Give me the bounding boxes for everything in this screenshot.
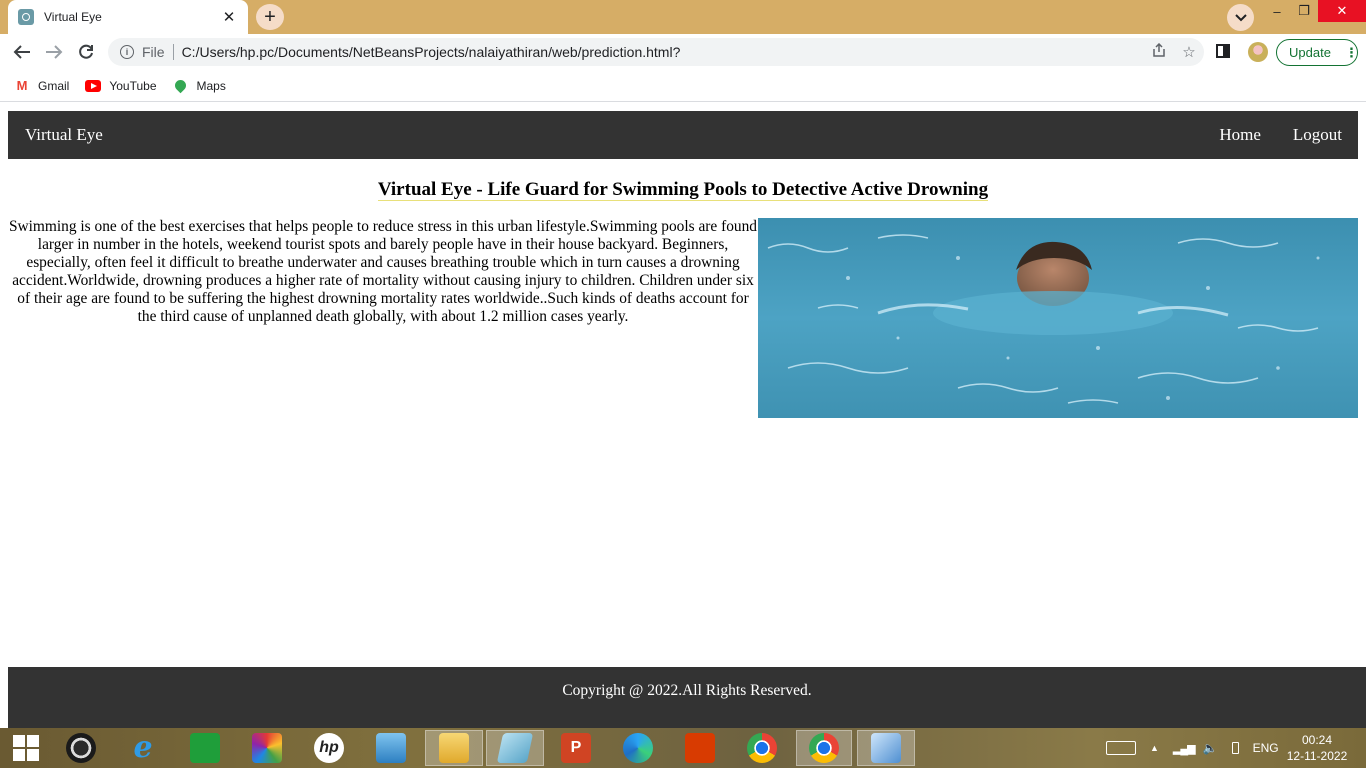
taskbar-app-file-explorer[interactable] (425, 730, 483, 766)
bookmarks-bar: M Gmail YouTube Maps (0, 70, 1366, 102)
cube-icon (871, 733, 901, 763)
nav-logout-link[interactable]: Logout (1293, 125, 1342, 145)
back-button[interactable] (10, 40, 34, 64)
site-navbar: Virtual Eye Home Logout (8, 111, 1358, 159)
photo-app-icon (252, 733, 282, 763)
bookmark-label: Gmail (38, 78, 70, 93)
taskbar-app-powerpoint[interactable]: P (550, 730, 602, 766)
clock-date: 12-11-2022 (1286, 749, 1348, 763)
hp-logo-icon: hp (314, 733, 344, 763)
taskbar-app-office[interactable] (674, 730, 726, 766)
system-tray: ▲ ▂▄▆ 🔈 ENG (1106, 728, 1279, 768)
arrow-right-icon (46, 45, 63, 59)
side-panel-icon[interactable] (1216, 44, 1230, 58)
pool-photo-illustration (758, 218, 1358, 418)
network-icon[interactable]: ▂▄▆ (1173, 742, 1196, 755)
taskbar-app-edge[interactable] (612, 730, 664, 766)
profile-avatar[interactable] (1248, 42, 1268, 62)
copyright-text: Copyright @ 2022.All Rights Reserved. (562, 681, 812, 699)
taskbar-app-notepad[interactable] (486, 730, 544, 766)
page-title: Virtual Eye - Life Guard for Swimming Po… (377, 179, 989, 201)
tab-search-button[interactable] (1227, 4, 1254, 31)
taskbar-app-virtualbox[interactable] (857, 730, 915, 766)
windows-taskbar: e hp P ▲ ▂▄▆ 🔈 ENG 00:24 12-11-2022 (0, 728, 1366, 768)
drowning-child-image (758, 218, 1358, 418)
chevron-up-icon[interactable]: ▲ (1150, 743, 1159, 753)
tab-close-icon[interactable]: ✕ (220, 8, 238, 26)
taskbar-app-photos[interactable] (241, 730, 293, 766)
update-label: Update (1289, 45, 1331, 60)
forward-button[interactable] (42, 40, 66, 64)
web-page: Virtual Eye Home Logout Virtual Eye - Li… (0, 103, 1366, 728)
notepad-icon (496, 733, 534, 763)
chevron-down-icon (1234, 13, 1247, 21)
bookmark-star-icon[interactable]: ☆ (1174, 43, 1204, 61)
bookmark-label: YouTube (109, 78, 157, 93)
browser-toolbar: i File C:/Users/hp.pc/Documents/NetBeans… (0, 34, 1366, 70)
office-icon (685, 733, 715, 763)
taskbar-app-camera[interactable] (55, 730, 107, 766)
info-icon[interactable]: i (120, 45, 134, 59)
menu-dots-icon[interactable]: ⋮ (1345, 45, 1358, 61)
volume-icon[interactable]: 🔈 (1203, 741, 1218, 755)
url-text[interactable]: C:/Users/hp.pc/Documents/NetBeansProject… (182, 44, 1144, 60)
start-button[interactable] (0, 730, 52, 766)
site-footer: Copyright @ 2022.All Rights Reserved. (8, 667, 1366, 728)
youtube-icon (85, 79, 102, 92)
page-heading-wrap: Virtual Eye - Life Guard for Swimming Po… (0, 179, 1366, 201)
control-panel-icon (376, 733, 406, 763)
site-favicon-icon (18, 9, 34, 25)
gmail-icon: M (16, 78, 28, 93)
close-window-button[interactable]: ✕ (1318, 0, 1366, 22)
reload-button[interactable] (74, 40, 98, 64)
camera-icon (66, 733, 96, 763)
folder-icon (439, 733, 469, 763)
bookmark-gmail[interactable]: M Gmail (14, 78, 70, 93)
powerpoint-icon: P (561, 733, 591, 763)
internet-explorer-icon: e (133, 730, 153, 765)
chrome-icon (747, 733, 777, 763)
intro-paragraph: Swimming is one of the best exercises th… (8, 218, 758, 325)
arrow-left-icon (13, 45, 30, 59)
share-icon[interactable] (1144, 42, 1174, 61)
edge-icon (623, 733, 653, 763)
divider (172, 44, 174, 60)
bookmark-maps[interactable]: Maps (172, 77, 226, 94)
bookmark-label: Maps (196, 78, 226, 93)
update-button[interactable]: Update ⋮ (1276, 39, 1358, 66)
bookmark-youtube[interactable]: YouTube (85, 78, 157, 93)
taskbar-app-hp[interactable]: hp (303, 730, 355, 766)
taskbar-app-chrome[interactable] (736, 730, 788, 766)
taskbar-app-ie[interactable]: e (117, 730, 169, 766)
taskbar-clock[interactable]: 00:24 12-11-2022 (1282, 732, 1352, 764)
site-brand[interactable]: Virtual Eye (25, 125, 1219, 145)
taskbar-app-chrome-active[interactable] (796, 730, 852, 766)
store-icon (190, 733, 220, 763)
tab-title: Virtual Eye (44, 10, 102, 24)
chrome-icon (809, 733, 839, 763)
clock-time: 00:24 (1301, 733, 1333, 747)
taskbar-app-store[interactable] (179, 730, 231, 766)
maps-icon (172, 77, 189, 94)
browser-tab-strip: Virtual Eye ✕ + – ❐ ✕ (0, 0, 1366, 34)
battery-icon[interactable] (1231, 742, 1239, 754)
scheme-label: File (142, 44, 165, 60)
reload-icon (79, 44, 93, 59)
nav-home-link[interactable]: Home (1219, 125, 1261, 145)
windows-logo-icon (13, 735, 39, 761)
keyboard-icon[interactable] (1106, 741, 1136, 755)
language-indicator[interactable]: ENG (1253, 741, 1279, 755)
browser-tab[interactable]: Virtual Eye ✕ (8, 0, 248, 34)
new-tab-button[interactable]: + (256, 4, 284, 30)
address-bar[interactable]: i File C:/Users/hp.pc/Documents/NetBeans… (108, 38, 1204, 66)
taskbar-app-control-panel[interactable] (365, 730, 417, 766)
